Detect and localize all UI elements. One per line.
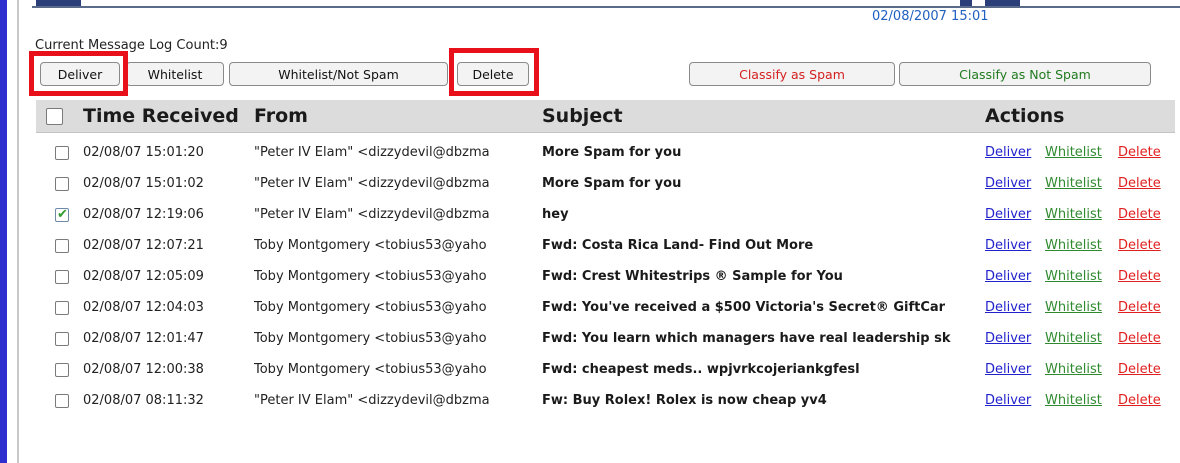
whitelist-link[interactable]: Whitelist [1045,393,1102,408]
whitelist-link[interactable]: Whitelist [1045,207,1102,222]
row-checkbox[interactable] [55,270,69,284]
whitelist-link[interactable]: Whitelist [1045,238,1102,253]
deliver-link[interactable]: Deliver [985,176,1031,191]
whitelist-link[interactable]: Whitelist [1045,300,1102,315]
deliver-link[interactable]: Deliver [985,269,1031,284]
classify-not-spam-button[interactable]: Classify as Not Spam [899,62,1151,86]
subject-cell: Fw: Buy Rolex! Rolex is now cheap yv4 [542,393,827,408]
top-divider [32,6,1180,8]
whitelist-not-spam-button[interactable]: Whitelist/Not Spam [229,62,448,86]
current-datetime: 02/08/2007 15:01 [872,9,989,24]
whitelist-link[interactable]: Whitelist [1045,331,1102,346]
deliver-link[interactable]: Deliver [985,300,1031,315]
from-cell: "Peter IV Elam" <dizzydevil@dbzma [254,145,490,160]
from-cell: Toby Montgomery <tobius53@yaho [254,331,487,346]
column-time-received[interactable]: Time Received [83,105,239,127]
deliver-link[interactable]: Deliver [985,207,1031,222]
subject-cell: More Spam for you [542,145,682,160]
delete-highlight-box [449,48,539,96]
delete-link[interactable]: Delete [1118,331,1161,346]
deliver-link[interactable]: Deliver [985,362,1031,377]
column-from[interactable]: From [254,105,308,127]
row-checkbox[interactable] [55,394,69,408]
delete-link[interactable]: Delete [1118,362,1161,377]
from-cell: "Peter IV Elam" <dizzydevil@dbzma [254,207,490,222]
row-checkbox[interactable]: ✔ [55,207,69,222]
delete-link[interactable]: Delete [1118,269,1161,284]
top-tab-left [36,0,81,6]
from-cell: Toby Montgomery <tobius53@yaho [254,300,487,315]
subject-cell: More Spam for you [542,176,682,191]
delete-link[interactable]: Delete [1118,300,1161,315]
subject-cell: Fwd: You've received a $500 Victoria's S… [542,300,946,315]
subject-cell: hey [542,207,569,222]
left-divider [17,0,19,463]
from-cell: Toby Montgomery <tobius53@yaho [254,238,487,253]
delete-link[interactable]: Delete [1118,176,1161,191]
row-checkbox[interactable] [55,177,69,191]
whitelist-button[interactable]: Whitelist [126,62,224,86]
deliver-link[interactable]: Deliver [985,331,1031,346]
column-subject[interactable]: Subject [542,105,623,127]
row-checkbox[interactable] [55,146,69,160]
top-tab-right [985,0,1020,6]
deliver-highlight-box [29,51,128,96]
row-checkbox[interactable] [55,239,69,253]
delete-link[interactable]: Delete [1118,238,1161,253]
subject-cell: Fwd: Crest Whitestrips ® Sample for You [542,269,843,284]
whitelist-link[interactable]: Whitelist [1045,269,1102,284]
classify-spam-button[interactable]: Classify as Spam [689,62,895,86]
deliver-link[interactable]: Deliver [985,238,1031,253]
from-cell: Toby Montgomery <tobius53@yaho [254,362,487,377]
top-tab-mid [960,0,972,6]
row-checkbox[interactable] [55,301,69,315]
row-checkbox[interactable] [55,363,69,377]
whitelist-link[interactable]: Whitelist [1045,145,1102,160]
delete-link[interactable]: Delete [1118,393,1161,408]
from-cell: "Peter IV Elam" <dizzydevil@dbzma [254,393,490,408]
deliver-link[interactable]: Deliver [985,393,1031,408]
delete-link[interactable]: Delete [1118,207,1161,222]
checkmark-icon: ✔ [57,207,68,222]
from-cell: "Peter IV Elam" <dizzydevil@dbzma [254,176,490,191]
subject-cell: Fwd: You learn which managers have real … [542,331,951,346]
left-accent-bar [0,0,7,463]
subject-cell: Fwd: cheapest meds.. wpjvrkcojeriankgfes… [542,362,860,377]
deliver-link[interactable]: Deliver [985,145,1031,160]
whitelist-link[interactable]: Whitelist [1045,176,1102,191]
row-checkbox[interactable] [55,332,69,346]
whitelist-link[interactable]: Whitelist [1045,362,1102,377]
from-cell: Toby Montgomery <tobius53@yaho [254,269,487,284]
subject-cell: Fwd: Costa Rica Land- Find Out More [542,238,814,253]
delete-link[interactable]: Delete [1118,145,1161,160]
select-all-checkbox[interactable] [46,108,63,125]
column-actions: Actions [985,105,1065,127]
